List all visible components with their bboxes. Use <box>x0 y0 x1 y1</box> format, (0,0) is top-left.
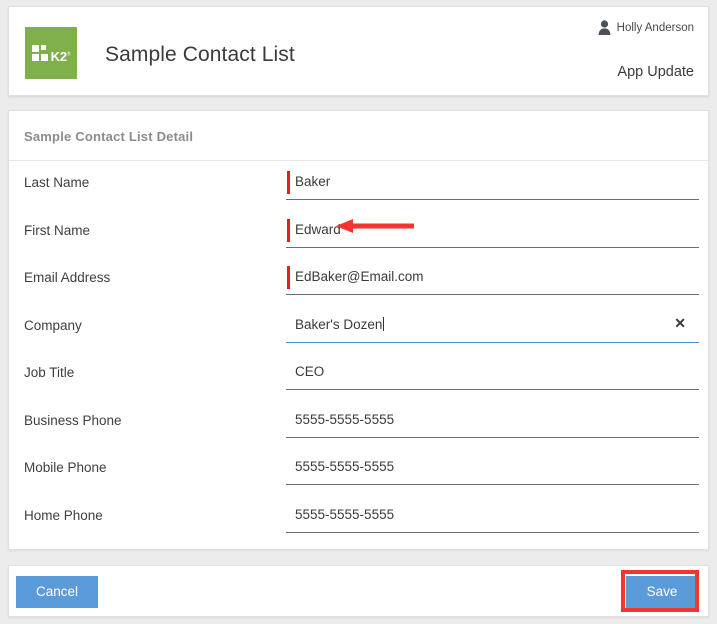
field-input[interactable]: Edward <box>286 216 699 248</box>
field-underline <box>286 437 699 438</box>
page-title: Sample Contact List <box>105 43 295 67</box>
required-indicator <box>287 266 290 289</box>
field-value-text: EdBaker@Email.com <box>295 269 424 284</box>
field-value-text: Edward <box>295 222 341 237</box>
app-page: K2® Sample Contact List Holly Anderson A… <box>0 0 717 624</box>
contact-detail-form-card: Sample Contact List Detail Last Name Bake… <box>8 110 709 550</box>
form-row: Business Phone 5555-5555-5555 <box>9 398 708 446</box>
field-label: Business Phone <box>24 413 122 428</box>
form-field-rows: Last Name Baker First Name Edward Email Addr… <box>9 160 708 540</box>
field-value: Baker <box>295 174 330 189</box>
field-underline <box>286 342 699 343</box>
field-value-text: Baker's Dozen <box>295 317 382 332</box>
form-section-title: Sample Contact List Detail <box>24 129 193 144</box>
field-underline <box>286 247 699 248</box>
form-row: Home Phone 5555-5555-5555 <box>9 493 708 541</box>
header-card: K2® Sample Contact List Holly Anderson A… <box>8 6 709 96</box>
field-value: EdBaker@Email.com <box>295 269 424 284</box>
field-value: 5555-5555-5555 <box>295 507 394 522</box>
field-value: 5555-5555-5555 <box>295 459 394 474</box>
field-value-text: 5555-5555-5555 <box>295 459 394 474</box>
field-input[interactable]: Baker <box>286 168 699 200</box>
field-label: Email Address <box>24 270 110 285</box>
field-label: Job Title <box>24 365 74 380</box>
form-row: Last Name Baker <box>9 160 708 208</box>
field-input[interactable]: 5555-5555-5555 <box>286 501 699 533</box>
k2-logo-text: K2® <box>51 50 71 63</box>
field-underline <box>286 199 699 200</box>
form-row: Mobile Phone 5555-5555-5555 <box>9 445 708 493</box>
k2-logo-trademark: ® <box>67 51 70 57</box>
field-value: CEO <box>295 364 324 379</box>
form-row: Email Address EdBaker@Email.com <box>9 255 708 303</box>
required-indicator <box>287 219 290 242</box>
k2-logo-icon: K2® <box>25 27 77 79</box>
field-label: Last Name <box>24 175 89 190</box>
field-value-text: 5555-5555-5555 <box>295 412 394 427</box>
field-input[interactable]: 5555-5555-5555 <box>286 406 699 438</box>
cancel-button[interactable]: Cancel <box>16 576 98 608</box>
field-input[interactable]: 5555-5555-5555 <box>286 453 699 485</box>
field-underline <box>286 532 699 533</box>
field-input[interactable]: EdBaker@Email.com <box>286 263 699 295</box>
field-input[interactable]: CEO <box>286 358 699 390</box>
user-account[interactable]: Holly Anderson <box>598 20 694 35</box>
k2-logo-wordmark: K2 <box>51 49 67 64</box>
field-underline <box>286 294 699 295</box>
field-label: Home Phone <box>24 508 103 523</box>
field-value-text: CEO <box>295 364 324 379</box>
user-avatar-icon <box>598 20 611 35</box>
form-row: First Name Edward <box>9 208 708 256</box>
form-row: Job Title CEO <box>9 350 708 398</box>
field-label: Company <box>24 318 82 333</box>
field-input[interactable]: Baker's Dozen ✕ <box>286 311 699 343</box>
field-value: Edward <box>295 222 341 237</box>
field-underline <box>286 484 699 485</box>
save-button[interactable]: Save <box>626 576 698 608</box>
field-label: First Name <box>24 223 90 238</box>
field-value: Baker's Dozen <box>295 317 384 332</box>
form-row: Company Baker's Dozen ✕ <box>9 303 708 351</box>
field-value-text: 5555-5555-5555 <box>295 507 394 522</box>
text-caret <box>383 317 384 331</box>
form-actions-bar: Cancel Save <box>8 565 709 617</box>
field-value-text: Baker <box>295 174 330 189</box>
field-label: Mobile Phone <box>24 460 107 475</box>
field-underline <box>286 389 699 390</box>
required-indicator <box>287 171 290 194</box>
user-name-label: Holly Anderson <box>617 22 694 34</box>
clear-field-icon[interactable]: ✕ <box>674 316 686 330</box>
k2-logo-squares-icon <box>32 45 48 61</box>
app-update-link[interactable]: App Update <box>617 64 694 80</box>
field-value: 5555-5555-5555 <box>295 412 394 427</box>
